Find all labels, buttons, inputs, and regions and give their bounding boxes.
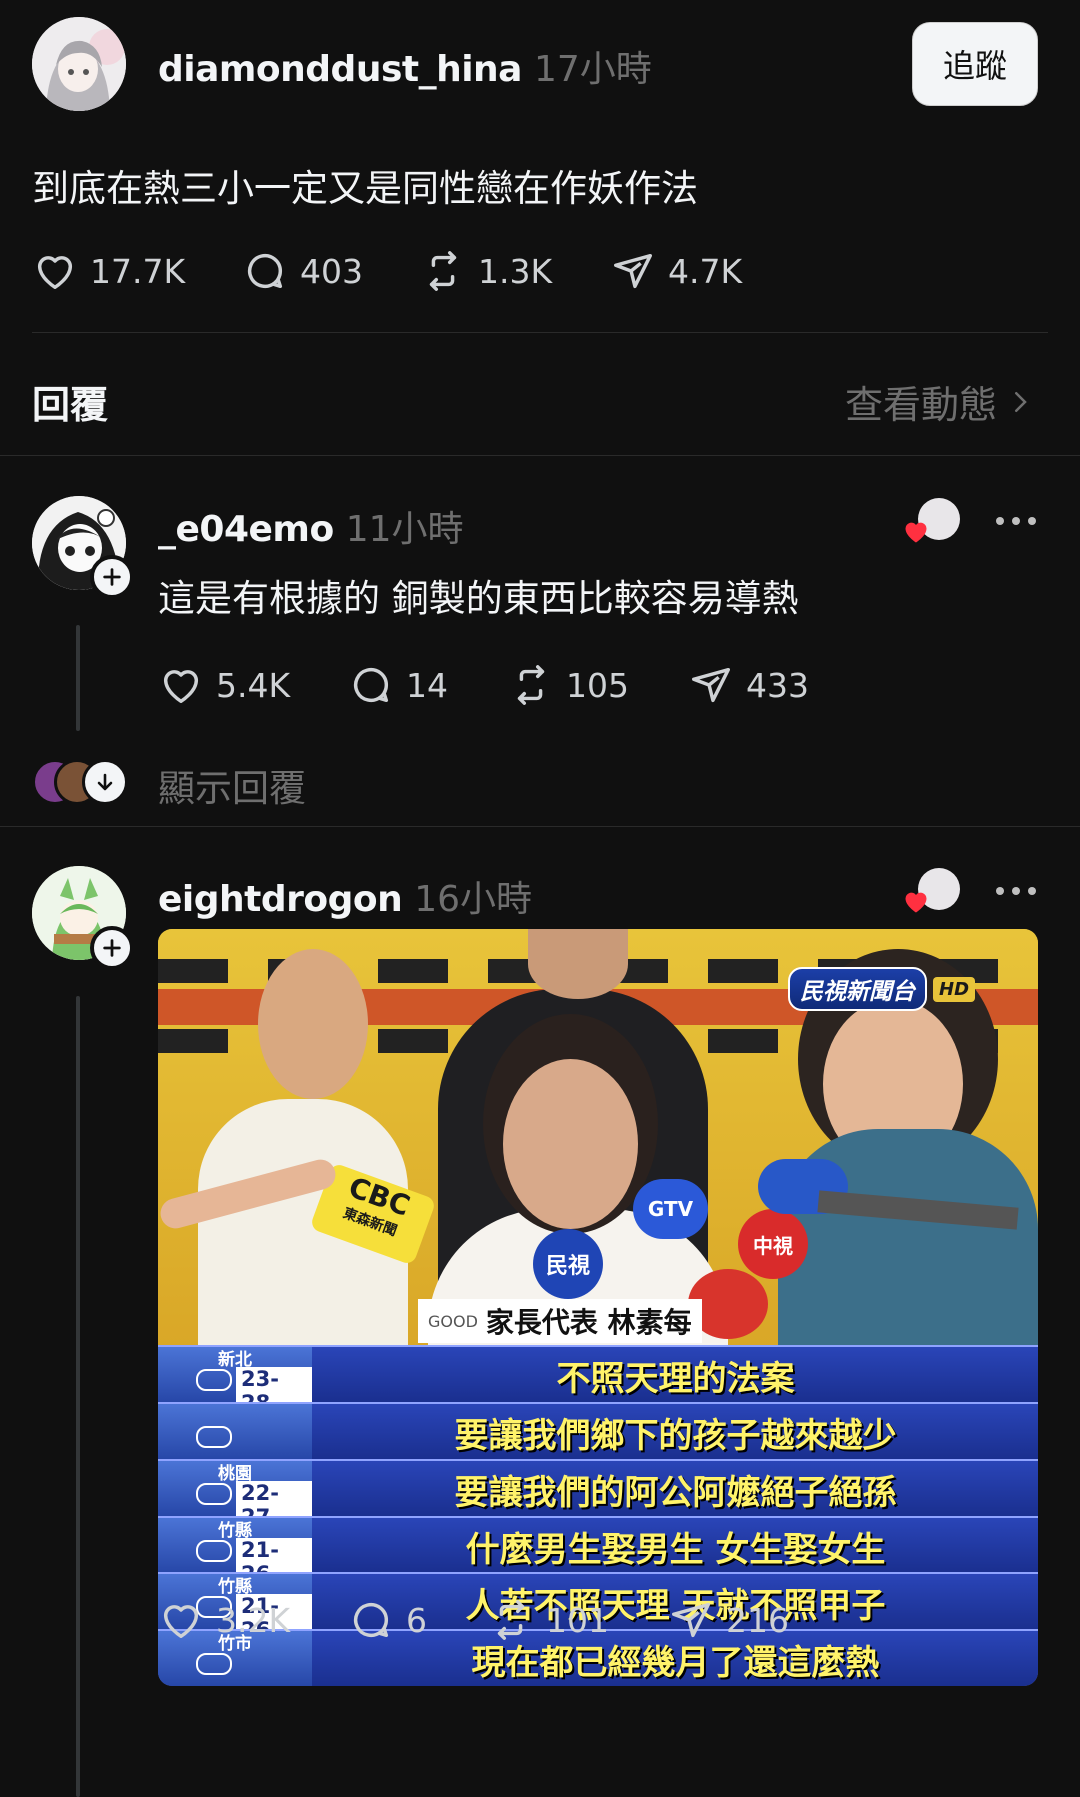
news-subtitle-text: 不照天理的法案 xyxy=(556,1359,795,1399)
reply2-news-image[interactable]: 民視新聞台 HD CBC 東森新聞 民視 GTV 中視 GOOD 家長代表 林素… xyxy=(158,929,1038,1686)
reply2-like-count: 3.2K xyxy=(216,1600,291,1640)
show-replies-label: 顯示回覆 xyxy=(158,767,306,810)
show-replies-arrow xyxy=(82,759,128,805)
heart-icon xyxy=(163,1605,199,1639)
channel-name: 民視新聞台 xyxy=(788,967,927,1011)
reply2-repost-count: 101 xyxy=(546,1600,609,1640)
comment-icon xyxy=(353,1602,389,1638)
reply1-liked-by-author xyxy=(902,498,960,548)
reply2-action-bar: 3.2K 6 101 216 xyxy=(158,1597,828,1643)
follow-button[interactable]: 追蹤 xyxy=(912,22,1038,106)
reply2-share-count: 216 xyxy=(726,1600,789,1640)
weather-cell: 新北23-28 xyxy=(158,1347,312,1415)
reply1-show-replies[interactable]: 顯示回覆 xyxy=(32,756,432,810)
caption-name-bar: GOOD 家長代表 林素每 xyxy=(418,1299,702,1343)
post-divider xyxy=(32,332,1048,333)
heart-icon xyxy=(163,670,199,704)
reply2-share-button[interactable]: 216 xyxy=(668,1597,828,1643)
microphone-ftv: 民視 xyxy=(533,1229,603,1299)
chevron-right-icon xyxy=(1015,391,1027,412)
reply2-comment-count: 6 xyxy=(406,1600,427,1640)
reply1-username[interactable]: _e04emo xyxy=(158,509,334,550)
reply1-share-button[interactable]: 433 xyxy=(688,662,848,708)
reply1-action-bar: 5.4K 14 105 433 xyxy=(158,662,848,708)
microphone-gtv: GTV xyxy=(633,1179,708,1239)
reply1-more-button[interactable] xyxy=(996,517,1036,525)
hd-badge: HD xyxy=(933,976,976,1002)
news-subtitle-text: 要讓我們鄉下的孩子越來越少 xyxy=(454,1416,897,1456)
news-subtitle-text: 要讓我們的阿公阿嬤絕子絕孫 xyxy=(454,1473,897,1513)
reply1-follow-plus[interactable] xyxy=(90,555,134,599)
reply1-text: 這是有根據的 銅製的東西比較容易導熱 xyxy=(158,577,799,620)
share-count: 4.7K xyxy=(668,251,743,291)
partly-cloudy-icon xyxy=(196,1540,232,1562)
reply1-comment-button[interactable]: 14 xyxy=(348,662,508,708)
repost-count: 1.3K xyxy=(478,251,553,291)
partly-cloudy-icon xyxy=(196,1426,232,1448)
microphone-ctv: 中視 xyxy=(738,1209,808,1279)
red-heart-icon xyxy=(905,522,927,543)
reply2-time: 16小時 xyxy=(414,879,533,920)
view-activity-link[interactable]: 查看動態 xyxy=(845,374,1035,429)
news-subtitle-row: 要讓我們鄉下的孩子越來越少 xyxy=(158,1402,1038,1459)
replies-title: 回覆 xyxy=(32,383,109,427)
reply1-repost-count: 105 xyxy=(566,665,629,705)
reply2-username[interactable]: eightdrogon xyxy=(158,879,403,920)
plus-icon xyxy=(103,939,121,957)
post-author-username[interactable]: diamonddust_hina xyxy=(158,49,522,90)
news-subtitle-row: 竹縣21-26 什麼男生娶男生 女生娶女生 xyxy=(158,1516,1038,1586)
comment-button[interactable]: 403 xyxy=(242,248,420,294)
like-count: 17.7K xyxy=(90,251,186,291)
reply1-divider xyxy=(0,826,1080,827)
post-author-avatar[interactable] xyxy=(32,17,126,111)
channel-logo: 民視新聞台 HD xyxy=(788,967,976,1011)
weather-cell: 桃園22-27 xyxy=(158,1461,312,1529)
like-button[interactable]: 17.7K xyxy=(32,248,242,294)
partly-cloudy-icon xyxy=(196,1483,232,1505)
replies-header-divider xyxy=(0,455,1080,456)
plus-icon xyxy=(103,568,121,586)
reply1-repost-button[interactable]: 105 xyxy=(508,662,688,708)
anime-girl-avatar-icon xyxy=(32,17,126,111)
partly-cloudy-icon xyxy=(196,1653,232,1675)
post-time: 17小時 xyxy=(533,49,652,90)
post-text: 到底在熱三小一定又是同性戀在作妖作法 xyxy=(32,167,698,210)
heart-icon xyxy=(37,256,73,290)
reply1-like-count: 5.4K xyxy=(216,665,291,705)
reply1-share-count: 433 xyxy=(746,665,809,705)
comment-count: 403 xyxy=(300,251,363,291)
send-icon xyxy=(692,667,730,703)
repost-icon xyxy=(429,251,457,291)
reply1-like-button[interactable]: 5.4K xyxy=(158,662,348,708)
reply1-comment-count: 14 xyxy=(406,665,448,705)
reply1-time: 11小時 xyxy=(345,509,464,550)
arrow-down-icon xyxy=(97,773,113,791)
repost-icon xyxy=(497,1600,525,1640)
reply2-thread-line xyxy=(76,996,80,1797)
comment-icon xyxy=(247,253,283,289)
repost-icon xyxy=(517,665,545,705)
reply2-comment-button[interactable]: 6 xyxy=(348,1597,488,1643)
follow-button-label: 追蹤 xyxy=(942,47,1007,85)
send-icon xyxy=(614,253,652,289)
repost-button[interactable]: 1.3K xyxy=(420,248,610,294)
send-icon xyxy=(672,1602,710,1638)
news-subtitle-row: 桃園22-27 要讓我們的阿公阿嬤絕子絕孫 xyxy=(158,1459,1038,1529)
partly-cloudy-icon xyxy=(196,1369,232,1391)
reply2-more-button[interactable] xyxy=(996,887,1036,895)
view-activity-label: 查看動態 xyxy=(845,383,998,427)
share-button[interactable]: 4.7K xyxy=(610,248,770,294)
post-action-bar: 17.7K 403 1.3K 4.7K xyxy=(32,248,770,294)
red-heart-icon xyxy=(905,892,927,913)
news-subtitle-row: 新北23-28 不照天理的法案 xyxy=(158,1345,1038,1415)
weather-cell xyxy=(158,1404,312,1459)
reply2-follow-plus[interactable] xyxy=(90,926,134,970)
reply2-repost-button[interactable]: 101 xyxy=(488,1597,668,1643)
news-subtitle-text: 什麼男生娶男生 女生娶女生 xyxy=(465,1530,886,1570)
comment-icon xyxy=(353,667,389,703)
reply2-like-button[interactable]: 3.2K xyxy=(158,1597,348,1643)
reply2-liked-by-author xyxy=(902,868,960,918)
weather-cell: 竹縣21-26 xyxy=(158,1518,312,1586)
reply1-thread-line xyxy=(76,625,80,731)
